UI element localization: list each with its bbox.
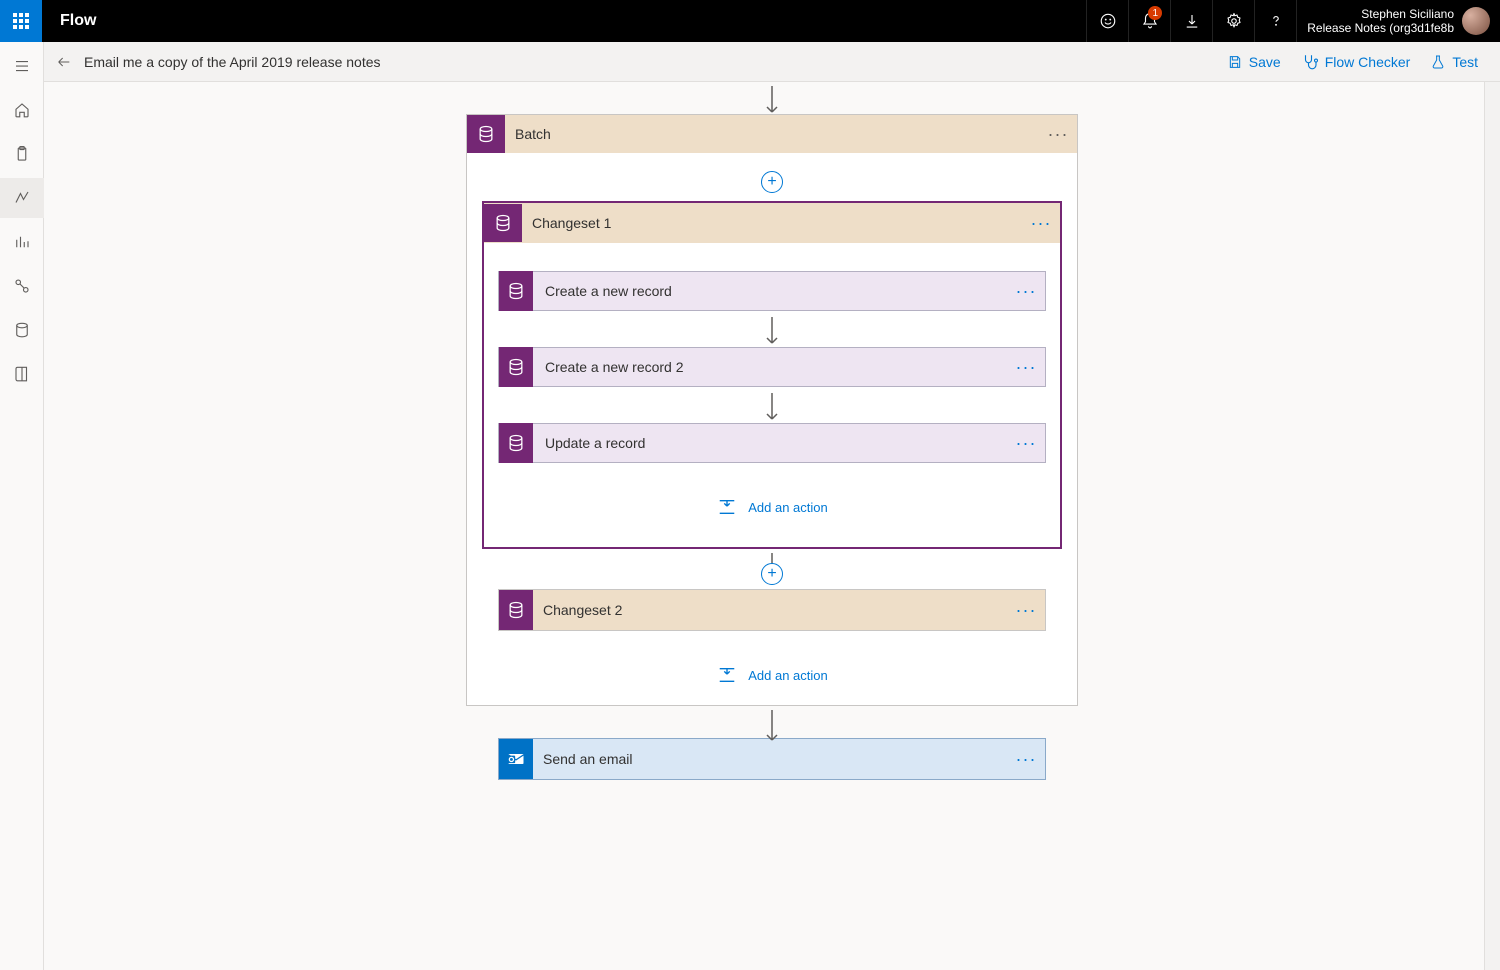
action-row[interactable]: Create a new record 2 ··· — [498, 347, 1046, 387]
add-action-button[interactable]: Add an action — [716, 665, 828, 685]
feedback-button[interactable] — [1086, 0, 1128, 42]
send-email-card[interactable]: Send an email ··· — [498, 738, 1046, 780]
changeset-icon — [499, 590, 533, 630]
database-icon — [493, 213, 513, 233]
hamburger-icon — [13, 57, 31, 75]
connector-arrow — [771, 710, 773, 734]
batch-card[interactable]: Batch ··· + Changeset 1 ··· — [466, 114, 1078, 706]
connector-icon — [13, 277, 31, 295]
action-label: Create a new record — [533, 283, 1007, 299]
database-icon — [476, 124, 496, 144]
changeset-icon — [484, 204, 522, 242]
download-button[interactable] — [1170, 0, 1212, 42]
brand-label: Flow — [42, 0, 114, 42]
avatar — [1462, 7, 1490, 35]
rail-home[interactable] — [0, 90, 44, 130]
book-icon — [13, 365, 31, 383]
action-label: Create a new record 2 — [533, 359, 1007, 375]
flow-title: Email me a copy of the April 2019 releas… — [84, 54, 381, 70]
home-icon — [13, 101, 31, 119]
sub-header: Email me a copy of the April 2019 releas… — [44, 42, 1500, 82]
question-icon — [1267, 12, 1285, 30]
flask-icon — [1430, 54, 1446, 70]
changeset-1-title: Changeset 1 — [522, 215, 1022, 231]
smiley-icon — [1099, 12, 1117, 30]
rail-flows[interactable] — [0, 178, 44, 218]
connector-arrow — [771, 393, 773, 417]
action-menu-button[interactable]: ··· — [1007, 433, 1045, 454]
rail-approvals[interactable] — [0, 134, 44, 174]
database-icon — [13, 321, 31, 339]
connector-arrow — [771, 317, 773, 341]
database-icon — [506, 281, 526, 301]
changeset-2-title: Changeset 2 — [533, 602, 1007, 618]
top-bar: Flow 1 Stephen Siciliano Release Notes (… — [0, 0, 1500, 42]
notifications-button[interactable]: 1 — [1128, 0, 1170, 42]
action-icon — [499, 423, 533, 463]
changeset-2-menu-button[interactable]: ··· — [1007, 600, 1045, 621]
arrow-left-icon — [56, 54, 72, 70]
action-label: Update a record — [533, 435, 1007, 451]
batch-icon — [467, 115, 505, 153]
rail-hamburger[interactable] — [0, 46, 44, 86]
test-button[interactable]: Test — [1420, 42, 1488, 82]
database-icon — [506, 600, 526, 620]
mail-icon — [506, 749, 526, 769]
add-step-button[interactable]: + — [761, 563, 783, 585]
action-menu-button[interactable]: ··· — [1007, 357, 1045, 378]
left-rail — [0, 42, 44, 970]
action-icon — [499, 271, 533, 311]
rail-connectors[interactable] — [0, 266, 44, 306]
user-env: Release Notes (org3d1fe8b — [1307, 21, 1454, 35]
save-icon — [1227, 54, 1243, 70]
action-row[interactable]: Update a record ··· — [498, 423, 1046, 463]
user-name: Stephen Siciliano — [1307, 7, 1454, 21]
rail-learn[interactable] — [0, 354, 44, 394]
email-title: Send an email — [533, 751, 1007, 767]
changeset-1-menu-button[interactable]: ··· — [1022, 213, 1060, 234]
designer-canvas[interactable]: Batch ··· + Changeset 1 ··· — [44, 82, 1500, 970]
notification-badge: 1 — [1148, 6, 1162, 20]
insert-action-icon — [716, 497, 738, 517]
chart-icon — [13, 233, 31, 251]
save-button[interactable]: Save — [1217, 42, 1291, 82]
changeset-1-card[interactable]: Changeset 1 ··· Create a new record ··· — [482, 201, 1062, 549]
action-menu-button[interactable]: ··· — [1007, 281, 1045, 302]
connector-arrow — [771, 86, 773, 110]
waffle-icon — [13, 13, 29, 29]
database-icon — [506, 433, 526, 453]
database-icon — [506, 357, 526, 377]
settings-button[interactable] — [1212, 0, 1254, 42]
insert-action-icon — [716, 665, 738, 685]
batch-title: Batch — [505, 126, 1039, 142]
outlook-icon — [499, 739, 533, 779]
app-launcher-button[interactable] — [0, 0, 42, 42]
download-icon — [1183, 12, 1201, 30]
rail-templates[interactable] — [0, 222, 44, 262]
email-menu-button[interactable]: ··· — [1007, 749, 1045, 770]
rail-data[interactable] — [0, 310, 44, 350]
user-menu[interactable]: Stephen Siciliano Release Notes (org3d1f… — [1296, 0, 1500, 42]
stethoscope-icon — [1301, 53, 1319, 71]
action-row[interactable]: Create a new record ··· — [498, 271, 1046, 311]
flow-icon — [13, 189, 31, 207]
add-action-button[interactable]: Add an action — [716, 497, 828, 517]
help-button[interactable] — [1254, 0, 1296, 42]
action-icon — [499, 347, 533, 387]
clipboard-icon — [13, 145, 31, 163]
scrollbar-track[interactable] — [1484, 82, 1500, 970]
add-step-button[interactable]: + — [761, 171, 783, 193]
flow-checker-button[interactable]: Flow Checker — [1291, 42, 1421, 82]
gear-icon — [1225, 12, 1243, 30]
back-button[interactable] — [44, 42, 84, 82]
changeset-2-card[interactable]: Changeset 2 ··· — [498, 589, 1046, 631]
batch-menu-button[interactable]: ··· — [1039, 124, 1077, 145]
